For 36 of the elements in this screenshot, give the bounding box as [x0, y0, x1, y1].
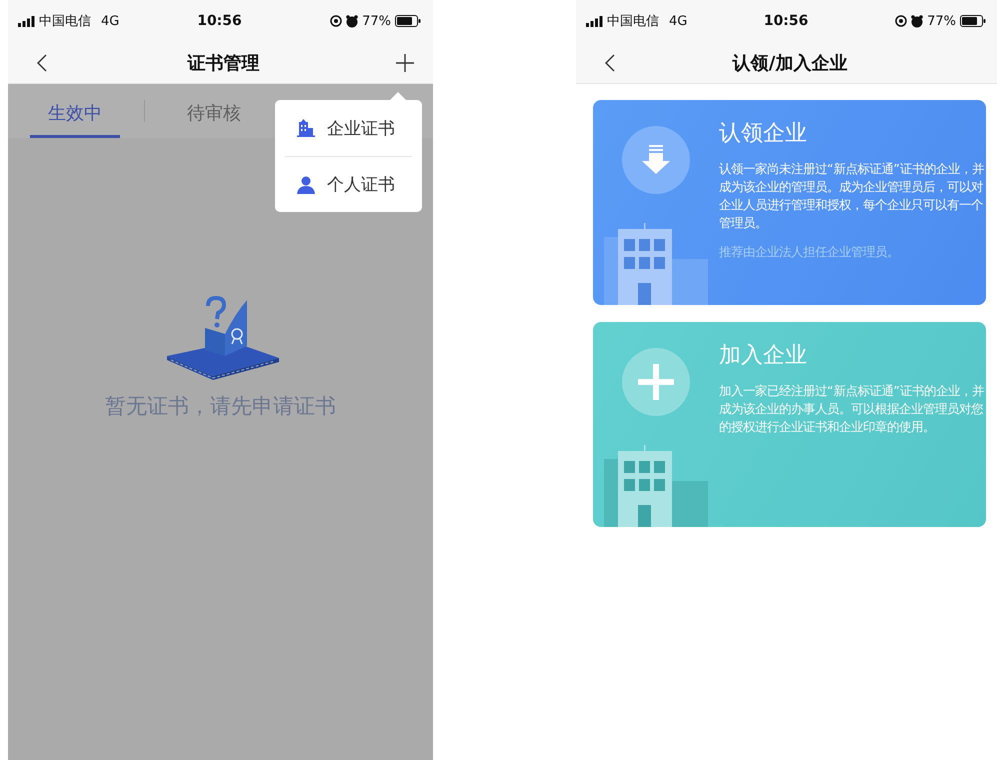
tab[interactable]: 待审核 — [169, 88, 259, 138]
enterprise-card[interactable]: 认领企业 认领一家尚未注册过“新点标证通”证书的企业，并成为该企业的管理员。成为企业管理员后，可以对企业人员进行管理和授权，每个企业只可以有一个管理员。 推荐由企业法人担任企业管理员。 — [593, 100, 986, 305]
menu-item[interactable]: 企业证书 — [285, 100, 412, 156]
battery-icon — [960, 15, 986, 27]
page-title: 证书管理 — [186, 52, 260, 74]
plus-icon — [622, 348, 690, 416]
add-icon[interactable] — [396, 54, 414, 72]
empty-message: 暂无证书，请先申请证书 — [105, 393, 336, 420]
network-type: 4G — [669, 14, 688, 28]
back-icon[interactable] — [37, 54, 47, 72]
battery-percent: 77% — [362, 14, 391, 28]
battery-icon — [394, 15, 421, 27]
carrier-name: 中国电信 — [39, 13, 91, 30]
person-icon — [297, 176, 315, 194]
card-title: 认领企业 — [719, 120, 808, 148]
signal-icon — [18, 16, 35, 26]
card-note: 推荐由企业法人担任企业管理员。 — [719, 244, 900, 261]
page-title: 认领/加入企业 — [731, 52, 848, 74]
tab[interactable]: 生效中 — [30, 88, 120, 138]
battery-percent: 77% — [927, 14, 956, 28]
building-icon — [297, 119, 315, 137]
alarm-icon — [911, 14, 924, 28]
card-title: 加入企业 — [719, 342, 808, 370]
card-description: 认领一家尚未注册过“新点标证通”证书的企业，并成为该企业的管理员。成为企业管理员后，可以对企业人员进行管理和授权，每个企业只可以有一个管理员。 — [719, 160, 985, 232]
signal-icon — [586, 16, 603, 26]
carrier-name: 中国电信 — [607, 13, 659, 30]
status-time: 10:56 — [762, 13, 810, 29]
back-icon[interactable] — [605, 54, 615, 72]
card-description: 加入一家已经注册过“新点标证通”证书的企业，并成为该企业的办事人员。可以根据企业管理员对您的授权进行企业证书和企业印章的使用。 — [719, 382, 985, 436]
menu-item[interactable]: 个人证书 — [285, 156, 412, 212]
status-time: 10:56 — [196, 13, 243, 29]
alarm-icon — [346, 14, 358, 28]
rotation-lock-icon — [895, 15, 908, 27]
enterprise-card[interactable]: 加入企业 加入一家已经注册过“新点标证通”证书的企业，并成为该企业的办事人员。可以根据企业管理员对您的授权进行企业证书和企业印章的使用。 — [593, 322, 986, 527]
network-type: 4G — [101, 14, 120, 28]
rotation-lock-icon — [330, 15, 342, 27]
